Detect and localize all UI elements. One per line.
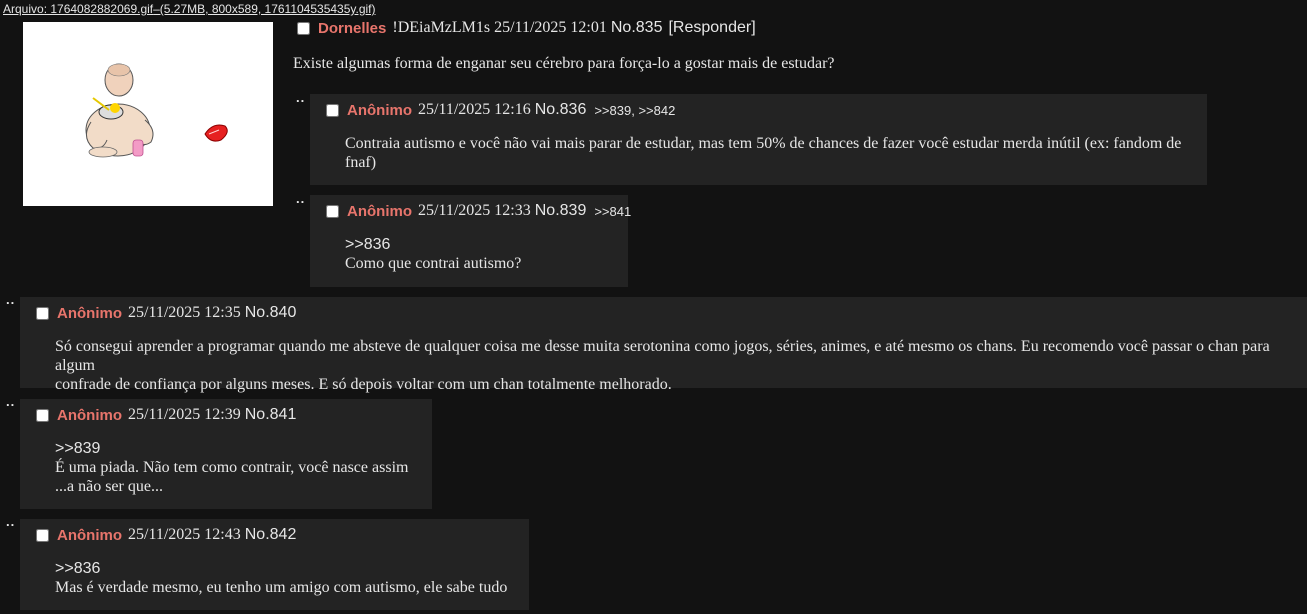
reply-header: Anônimo 25/11/2025 12:33 No.839 >>841 xyxy=(324,202,631,220)
reply-post-842: Anônimo 25/11/2025 12:43 No.842 >>836 Ma… xyxy=(20,519,529,610)
reply-button[interactable]: [Responder] xyxy=(668,19,755,37)
tripcode: !DEiaMzLM1s xyxy=(392,19,491,36)
post-number-link[interactable]: No.841 xyxy=(245,406,297,424)
post-date: 25/11/2025 12:39 xyxy=(128,406,241,423)
post-date: 25/11/2025 12:16 xyxy=(418,101,531,118)
post-number-link[interactable]: No.835 xyxy=(611,19,663,37)
reply-dots: .. xyxy=(6,394,16,409)
reply-dots: .. xyxy=(6,292,16,307)
reply-message: Contraia autismo e você não vai mais par… xyxy=(345,134,1181,172)
reply-message: >>836 Como que contrai autismo? xyxy=(345,235,521,273)
post-date: 25/11/2025 12:33 xyxy=(418,202,531,219)
reply-message: >>839 É uma piada. Não tem como contrair… xyxy=(55,439,408,496)
message-line: fnaf) xyxy=(345,154,377,171)
message-line: ...a não ser que... xyxy=(55,478,163,495)
poster-name: Anônimo xyxy=(57,304,122,322)
reply-header: Anônimo 25/11/2025 12:43 No.842 xyxy=(34,526,302,544)
post-number-link[interactable]: No.840 xyxy=(245,304,297,322)
op-select-checkbox[interactable] xyxy=(297,21,310,35)
quote-link[interactable]: >>839 xyxy=(55,439,408,458)
reply-header: Anônimo 25/11/2025 12:16 No.836 >>839, >… xyxy=(324,101,675,119)
quote-link[interactable]: >>836 xyxy=(55,559,507,578)
message-line: É uma piada. Não tem como contrair, você… xyxy=(55,459,409,476)
poster-name: Anônimo xyxy=(57,406,122,424)
reply-post-839: Anônimo 25/11/2025 12:33 No.839 >>841 >>… xyxy=(310,195,631,287)
reply-select-checkbox[interactable] xyxy=(36,528,49,542)
file-name[interactable]: Arquivo: 1764082882069.gif xyxy=(3,2,153,16)
reply-select-checkbox[interactable] xyxy=(326,204,339,218)
reply-dots: .. xyxy=(296,191,306,206)
post-number-link[interactable]: No.836 xyxy=(535,101,587,119)
poster-name: Anônimo xyxy=(347,101,412,119)
quote-link[interactable]: >>836 xyxy=(345,235,521,254)
cartoon-character-eating-image xyxy=(23,22,273,206)
reply-post-841: Anônimo 25/11/2025 12:39 No.841 >>839 É … xyxy=(20,399,432,509)
message-line: Mas é verdade mesmo, eu tenho um amigo c… xyxy=(55,579,508,596)
reply-dots: .. xyxy=(6,514,16,529)
post-date: 25/11/2025 12:43 xyxy=(128,526,241,543)
reply-message: Só consegui aprender a programar quando … xyxy=(55,337,1307,394)
file-info-link[interactable]: Arquivo: 1764082882069.gif–(5.27MB, 800x… xyxy=(3,2,376,16)
reply-dots: .. xyxy=(296,90,306,105)
reply-select-checkbox[interactable] xyxy=(36,306,49,320)
op-thumbnail-image[interactable] xyxy=(23,22,273,206)
op-post-header: Dornelles !DEiaMzLM1s 25/11/2025 12:01 N… xyxy=(297,19,756,37)
reply-header: Anônimo 25/11/2025 12:35 No.840 xyxy=(34,304,302,322)
reply-select-checkbox[interactable] xyxy=(326,103,339,117)
message-line: confrade de confiança por alguns meses. … xyxy=(55,376,672,393)
poster-name: Dornelles xyxy=(318,19,387,37)
poster-name: Anônimo xyxy=(347,202,412,220)
reply-header: Anônimo 25/11/2025 12:39 No.841 xyxy=(34,406,302,424)
post-date: 25/11/2025 12:35 xyxy=(128,304,241,321)
post-number-link[interactable]: No.839 xyxy=(535,202,587,220)
message-line: Como que contrai autismo? xyxy=(345,255,522,272)
poster-name: Anônimo xyxy=(57,526,122,544)
post-number-link[interactable]: No.842 xyxy=(245,526,297,544)
message-line: Só consegui aprender a programar quando … xyxy=(55,338,1270,374)
backlinks[interactable]: >>839, >>842 xyxy=(594,103,675,118)
reply-post-840: Anônimo 25/11/2025 12:35 No.840 Só conse… xyxy=(20,297,1307,393)
reply-post-836: Anônimo 25/11/2025 12:16 No.836 >>839, >… xyxy=(310,94,1207,185)
file-meta: –(5.27MB, 800x589, 1761104535435y.gif) xyxy=(153,2,376,16)
reply-select-checkbox[interactable] xyxy=(36,408,49,422)
reply-message: >>836 Mas é verdade mesmo, eu tenho um a… xyxy=(55,559,507,597)
post-date: 25/11/2025 12:01 xyxy=(494,19,607,36)
message-line: Contraia autismo e você não vai mais par… xyxy=(345,135,1182,152)
op-message: Existe algumas forma de enganar seu cére… xyxy=(293,55,835,72)
backlinks[interactable]: >>841 xyxy=(594,204,631,219)
